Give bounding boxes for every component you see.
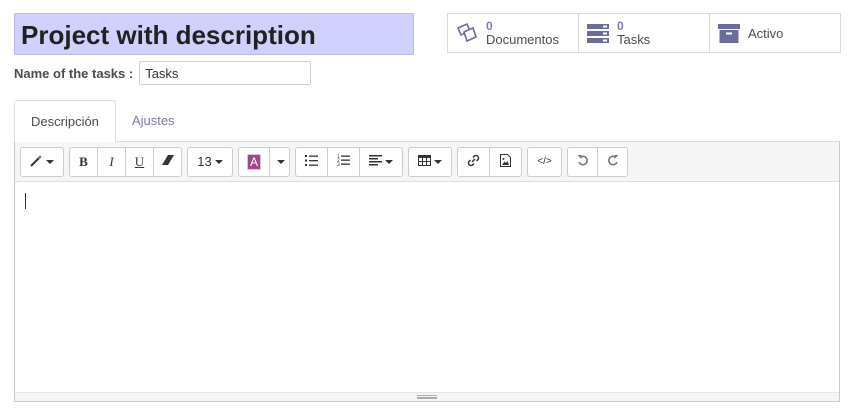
link-icon (467, 154, 480, 170)
tasks-name-label: Name of the tasks : (14, 65, 134, 81)
insert-link-button[interactable] (457, 146, 490, 177)
documents-button[interactable]: 0 Documentos (448, 14, 579, 52)
tasks-count: 0 (617, 19, 624, 33)
redo-button[interactable] (597, 146, 628, 177)
tasks-button[interactable]: 0 Tasks (579, 14, 710, 52)
active-label: Activo (748, 25, 784, 41)
tasks-label: Tasks (617, 32, 651, 47)
underline-button[interactable]: U (125, 146, 154, 177)
magic-wand-icon (30, 154, 43, 170)
editor-toolbar: B I U 13 A 1 2 3 </> (15, 142, 839, 182)
list-ol-icon: 123 (337, 154, 350, 169)
font-size-dropdown[interactable]: 13 (187, 146, 233, 177)
grip-icon (417, 395, 437, 399)
text-color-icon: A (246, 153, 261, 170)
documents-count: 0 (486, 19, 493, 33)
insert-image-button[interactable] (489, 146, 522, 177)
undo-icon (577, 154, 589, 169)
project-title-field[interactable]: Project with description (14, 13, 414, 55)
active-toggle-button[interactable]: Activo (710, 14, 840, 52)
notebook-tabs: Descripción Ajustes (14, 100, 840, 143)
tasks-icon (585, 20, 611, 46)
code-view-button[interactable]: </> (527, 146, 562, 177)
tasks-name-input[interactable] (139, 61, 312, 85)
stat-buttons: 0 Documentos 0 Tasks Activo (447, 13, 841, 53)
unordered-list-button[interactable] (295, 146, 328, 177)
ordered-list-button[interactable]: 123 (327, 146, 360, 177)
font-size-value: 13 (197, 154, 212, 169)
documents-icon (454, 20, 480, 46)
tab-description[interactable]: Descripción (14, 100, 116, 143)
archive-icon (716, 20, 742, 46)
project-title-text: Project with description (21, 20, 316, 50)
text-cursor (25, 193, 26, 209)
documents-label: Documentos (486, 32, 559, 47)
undo-button[interactable] (567, 146, 598, 177)
bold-button[interactable]: B (69, 146, 98, 177)
table-dropdown-button[interactable] (408, 146, 452, 177)
style-dropdown-button[interactable] (20, 146, 64, 177)
tasks-name-row: Name of the tasks : (14, 61, 312, 85)
tab-settings[interactable]: Ajustes (116, 100, 191, 142)
text-color-button[interactable]: A (238, 146, 270, 177)
text-color-dropdown[interactable] (269, 146, 290, 177)
image-icon (500, 153, 511, 170)
svg-text:3: 3 (337, 162, 340, 166)
eraser-icon (161, 154, 175, 169)
remove-format-button[interactable] (153, 146, 182, 177)
align-left-icon (369, 154, 382, 169)
redo-icon (607, 154, 619, 169)
paragraph-align-dropdown[interactable] (359, 146, 403, 177)
editor-resize-handle[interactable] (15, 392, 839, 401)
italic-button[interactable]: I (97, 146, 126, 177)
table-icon (418, 154, 431, 169)
list-ul-icon (305, 154, 318, 169)
html-editor: B I U 13 A 1 2 3 </> (14, 142, 840, 402)
editor-content-area[interactable] (15, 182, 839, 392)
